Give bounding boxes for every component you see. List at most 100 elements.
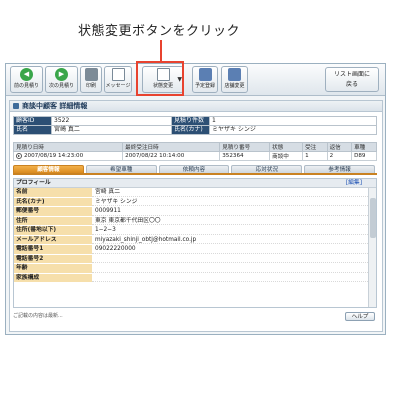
- profile-section: プロフィール [編集] 名前 宮崎 真二 氏名(カナ) ミヤザキ シンジ 郵便番号 0…: [13, 178, 377, 308]
- status-cell: 商談中: [269, 151, 304, 161]
- col-status: 状態: [269, 142, 304, 152]
- list-item: 年齢: [14, 264, 376, 274]
- table-row[interactable]: ▸ 2007/08/19 14:23:00 2007/08/22 10:14:00…: [12, 151, 377, 161]
- print-label: 印刷: [85, 83, 96, 89]
- name-value: 宮崎 真二: [51, 125, 172, 135]
- field-value: [92, 254, 376, 263]
- field-label: 住所: [14, 216, 92, 225]
- list-item: 名前 宮崎 真二: [14, 188, 376, 198]
- col-quote-date: 見積り日時: [12, 142, 124, 152]
- edit-link[interactable]: [編集]: [346, 179, 362, 188]
- field-value: [92, 264, 376, 273]
- quote-date-cell: ▸ 2007/08/19 14:23:00: [12, 151, 124, 161]
- field-label: メールアドレス: [14, 235, 92, 244]
- field-label: 氏名(カナ): [14, 197, 92, 206]
- store-change-label: 店舗変更: [224, 83, 245, 89]
- footer-note: ご記載の内容は最新...: [13, 313, 63, 319]
- toolbar: ◀ 前の見積り ▶ 次の見積り 印刷 メッセージ 状態変更 ▼ 予定登録 店舗変…: [6, 64, 385, 96]
- tab-reference[interactable]: 参考情報: [304, 165, 375, 173]
- col-reply: 返信: [326, 142, 353, 152]
- callout-line: [160, 40, 162, 62]
- order-cell: 1: [302, 151, 328, 161]
- field-label: 名前: [14, 188, 92, 197]
- back-to-list-label-1: リスト画面に: [333, 71, 370, 78]
- expand-icon[interactable]: ▸: [16, 153, 22, 159]
- footer: ご記載の内容は最新... ヘルプ: [13, 311, 377, 321]
- next-quote-button[interactable]: ▶ 次の見積り: [45, 66, 78, 93]
- col-order: 受注: [302, 142, 328, 152]
- store-icon: [228, 68, 241, 81]
- field-label: 電話番号1: [14, 245, 92, 254]
- field-label: 住所(番地以下): [14, 226, 92, 235]
- field-value: 東京 東京都千代田区〇〇: [92, 216, 376, 225]
- schedule-icon: [198, 68, 212, 81]
- list-item: 電話番号2: [14, 254, 376, 264]
- field-value: 宮崎 真二: [92, 188, 376, 197]
- list-item: 郵便番号 0009911: [14, 207, 376, 217]
- list-item: 家族構成: [14, 273, 376, 283]
- tab-response-status[interactable]: 応対状況: [231, 165, 303, 173]
- arrow-right-icon: ▶: [55, 68, 68, 81]
- customer-id-label: 顧客ID: [13, 116, 52, 126]
- profile-fields: 名前 宮崎 真二 氏名(カナ) ミヤザキ シンジ 郵便番号 0009911 住所 東京 …: [14, 188, 376, 283]
- schedule-label: 予定登録: [194, 83, 215, 89]
- quotes-header-row: 見積り日時 最終受注日時 見積り番号 状態 受注 返信 車種: [12, 142, 377, 152]
- field-value: miyazaki_shinji_obtj@hotmail.co.jp: [92, 235, 376, 244]
- customer-header-grid: 顧客ID 3522 見積り件数 1 氏名 宮崎 真二 氏名(カナ) ミヤザキ シ…: [13, 116, 377, 135]
- message-button[interactable]: メッセージ: [104, 66, 132, 93]
- prev-quote-label: 前の見積り: [13, 83, 39, 89]
- col-car: 車種: [351, 142, 377, 152]
- scrollbar[interactable]: [368, 188, 376, 307]
- message-label: メッセージ: [105, 83, 131, 89]
- quote-date-value: 2007/08/19 14:23:00: [24, 153, 84, 159]
- back-to-list-label-2: 戻る: [345, 81, 358, 88]
- profile-heading: プロフィール [編集]: [14, 179, 376, 188]
- field-value: 09022220000: [92, 245, 376, 254]
- profile-heading-text: プロフィール: [16, 180, 51, 186]
- kana-label: 氏名(カナ): [171, 125, 210, 135]
- panel-title: 商談中顧客 詳細情報: [10, 101, 382, 112]
- list-item: 氏名(カナ) ミヤザキ シンジ: [14, 197, 376, 207]
- instruction-caption: 状態変更ボタンをクリック: [78, 24, 241, 39]
- printer-icon: [84, 68, 98, 81]
- quote-count-value: 1: [209, 116, 377, 126]
- app-window: ◀ 前の見積り ▶ 次の見積り 印刷 メッセージ 状態変更 ▼ 予定登録 店舗変…: [5, 63, 386, 335]
- schedule-button[interactable]: 予定登録: [192, 66, 218, 93]
- quotes-table: 見積り日時 最終受注日時 見積り番号 状態 受注 返信 車種 ▸ 2007/08/…: [12, 142, 377, 161]
- callout-highlight: [136, 61, 184, 96]
- reply-cell: 2: [326, 151, 353, 161]
- quote-number-cell: 352364: [219, 151, 271, 161]
- list-item: 住所(番地以下) 1−2−3: [14, 226, 376, 236]
- field-value: [92, 273, 376, 282]
- name-label: 氏名: [13, 125, 52, 135]
- tab-request[interactable]: 依頼内容: [158, 165, 230, 173]
- field-value: ミヤザキ シンジ: [92, 197, 376, 206]
- message-icon: [111, 68, 125, 81]
- field-label: 年齢: [14, 264, 92, 273]
- arrow-left-icon: ◀: [20, 68, 33, 81]
- customer-detail-panel: 商談中顧客 詳細情報 顧客ID 3522 見積り件数 1 氏名 宮崎 真二 氏名…: [9, 100, 383, 332]
- store-change-button[interactable]: 店舗変更: [221, 66, 248, 93]
- list-item: 電話番号1 09022220000: [14, 245, 376, 255]
- tab-desired-car[interactable]: 希望車種: [85, 165, 157, 173]
- field-value: 1−2−3: [92, 226, 376, 235]
- tab-customer-info[interactable]: 顧客情報: [13, 165, 84, 173]
- last-order-date-cell: 2007/08/22 10:14:00: [122, 151, 221, 161]
- scrollbar-thumb[interactable]: [370, 198, 376, 238]
- field-label: 電話番号2: [14, 254, 92, 263]
- customer-id-value: 3522: [51, 116, 172, 126]
- field-label: 家族構成: [14, 273, 92, 282]
- print-button[interactable]: 印刷: [80, 66, 102, 93]
- col-quote-number: 見積り番号: [219, 142, 271, 152]
- col-last-order-date: 最終受注日時: [122, 142, 221, 152]
- help-button[interactable]: ヘルプ: [345, 312, 375, 321]
- back-to-list-button[interactable]: リスト画面に 戻る: [325, 67, 379, 92]
- field-value: 0009911: [92, 207, 376, 216]
- list-item: 住所 東京 東京都千代田区〇〇: [14, 216, 376, 226]
- kana-value: ミヤザキ シンジ: [209, 125, 377, 135]
- quote-count-label: 見積り件数: [171, 116, 210, 126]
- prev-quote-button[interactable]: ◀ 前の見積り: [10, 66, 43, 93]
- detail-tabs: 顧客情報 希望車種 依頼内容 応対状況 参考情報: [13, 165, 377, 175]
- car-cell: D89: [351, 151, 377, 161]
- list-item: メールアドレス miyazaki_shinji_obtj@hotmail.co.j…: [14, 235, 376, 245]
